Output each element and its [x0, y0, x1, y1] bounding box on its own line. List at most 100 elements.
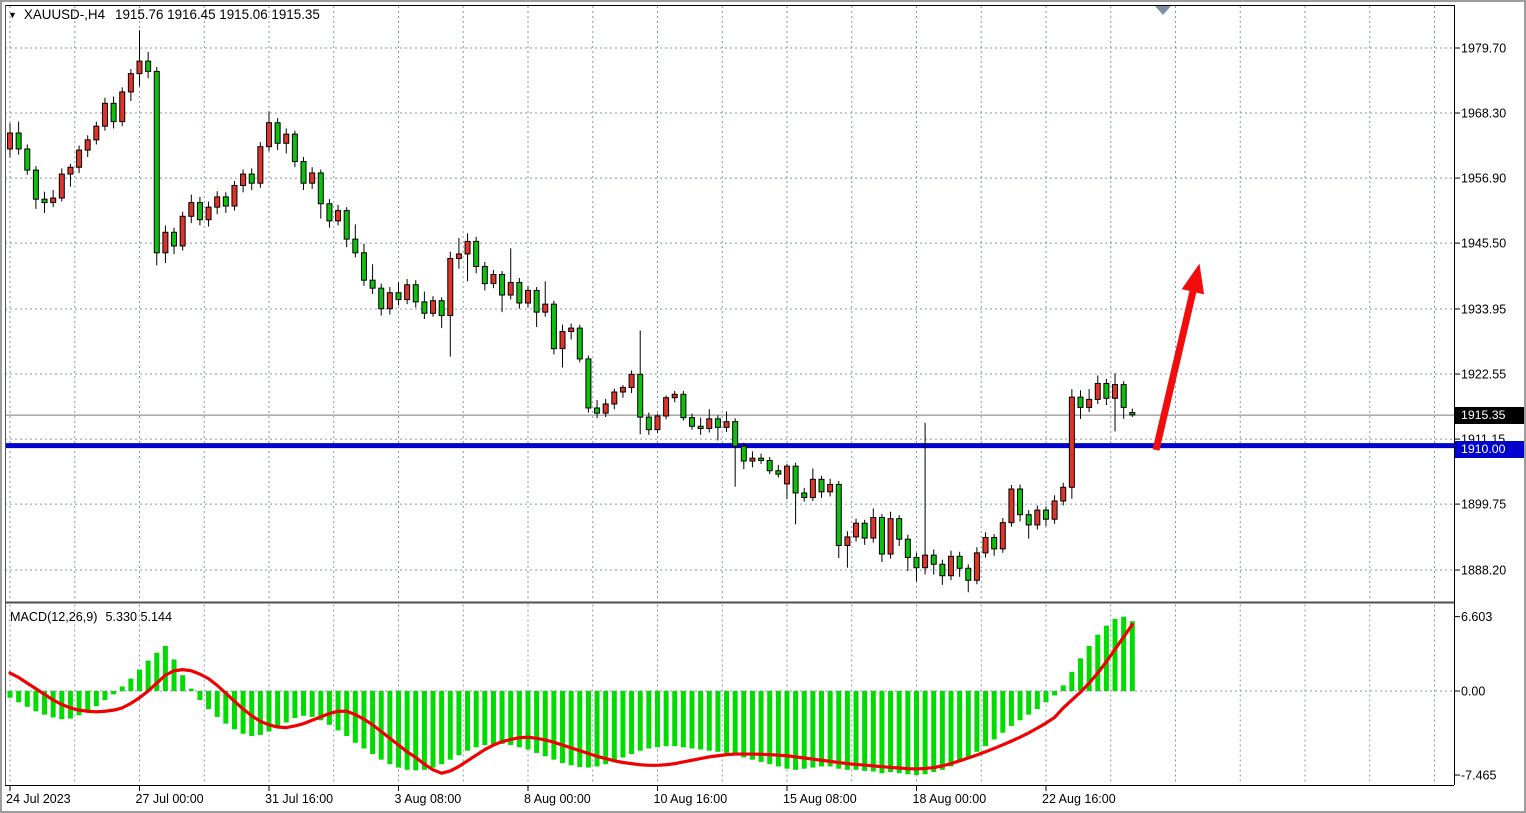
- macd-histogram-bar: [1095, 635, 1100, 691]
- trend-arrow-head[interactable]: [1182, 264, 1204, 295]
- macd-histogram-bar: [1052, 691, 1057, 696]
- time-axis-label: 27 Jul 00:00: [136, 792, 204, 806]
- macd-histogram-bar: [836, 691, 841, 769]
- candle-bear: [646, 417, 651, 430]
- macd-histogram-bar: [914, 691, 919, 775]
- macd-histogram-bar: [707, 691, 712, 751]
- candle-bear: [16, 133, 21, 149]
- candle-bear: [914, 557, 919, 567]
- candle-bull: [854, 523, 859, 537]
- candle-bear: [172, 232, 177, 246]
- symbol-dropdown-icon[interactable]: ▼: [8, 10, 17, 20]
- macd-histogram-bar: [603, 691, 608, 764]
- candle-bear: [396, 293, 401, 300]
- macd-histogram-bar: [646, 691, 651, 748]
- symbol-title: ▼XAUUSD-,H41915.76 1916.45 1915.06 1915.…: [8, 7, 320, 22]
- macd-histogram-bar: [8, 691, 13, 698]
- candle-bear: [733, 422, 738, 447]
- candle-bear: [1078, 397, 1083, 407]
- candle-bull: [664, 398, 669, 416]
- candle-bear: [940, 564, 945, 575]
- macd-histogram-bar: [284, 691, 289, 723]
- time-axis-label: 3 Aug 08:00: [395, 792, 462, 806]
- macd-histogram-bar: [310, 691, 315, 717]
- candle-bear: [776, 471, 781, 474]
- candle-bear: [534, 290, 539, 312]
- candle-bear: [1104, 383, 1109, 398]
- candle-bull: [923, 555, 928, 568]
- macd-histogram-bar: [698, 691, 703, 750]
- macd-histogram-bar: [422, 691, 427, 770]
- macd-histogram-bar: [206, 691, 211, 709]
- candle-bull: [266, 123, 271, 147]
- candle-bull: [51, 198, 56, 203]
- macd-histogram-bar: [733, 691, 738, 755]
- candle-bear: [931, 555, 936, 564]
- candle-bull: [888, 519, 893, 554]
- candle-bull: [102, 103, 107, 126]
- candle-bull: [1009, 489, 1014, 523]
- macd-histogram-bar: [879, 691, 884, 773]
- candle-bear: [146, 61, 151, 71]
- macd-values: 5.330 5.144: [106, 610, 173, 624]
- macd-histogram-bar: [258, 691, 263, 735]
- macd-histogram-bar: [327, 691, 332, 725]
- candle-bear: [301, 162, 306, 184]
- macd-histogram-bar: [387, 691, 392, 764]
- macd-histogram-bar: [638, 691, 643, 751]
- candle-bull: [77, 150, 82, 167]
- macd-histogram-bar: [620, 691, 625, 757]
- macd-histogram-bar: [750, 691, 755, 760]
- macd-histogram-bar: [810, 691, 815, 768]
- macd-histogram-bar: [1078, 658, 1083, 691]
- candle-bull: [560, 332, 565, 349]
- candle-bull: [948, 556, 953, 575]
- candle-bull: [232, 185, 237, 206]
- price-axis-label: 1945.50: [1461, 237, 1506, 251]
- macd-histogram-bar: [923, 691, 928, 774]
- macd-indicator-label: MACD(12,26,9)5.330 5.144: [10, 610, 172, 624]
- macd-histogram-bar: [1069, 672, 1074, 691]
- macd-histogram-bar: [525, 691, 530, 750]
- candle-bull: [241, 174, 246, 185]
- macd-histogram-bar: [940, 691, 945, 770]
- macd-histogram-bar: [172, 659, 177, 691]
- candle-bull: [974, 553, 979, 580]
- support-price-badge: 1910.00: [1455, 441, 1526, 458]
- macd-histogram-bar: [508, 691, 513, 745]
- macd-histogram-bar: [68, 691, 73, 719]
- chart-canvas[interactable]: 1979.701968.301956.901945.501933.951922.…: [2, 2, 1526, 813]
- candle-bull: [784, 466, 789, 484]
- macd-histogram-bar: [16, 691, 21, 702]
- candle-bear: [1130, 413, 1135, 415]
- price-axis-label: 1922.55: [1461, 367, 1506, 381]
- candle-bull: [871, 518, 876, 539]
- macd-histogram-bar: [543, 691, 548, 756]
- candle-bull: [215, 197, 220, 207]
- candle-bull: [284, 134, 289, 143]
- candle-bear: [327, 204, 332, 221]
- candle-bear: [223, 197, 228, 206]
- candle-bull: [845, 537, 850, 546]
- time-axis-label: 15 Aug 08:00: [783, 792, 857, 806]
- macd-histogram-bar: [1026, 691, 1031, 715]
- macd-histogram-bar: [560, 691, 565, 763]
- candle-bear: [482, 266, 487, 283]
- candle-bull: [491, 274, 496, 283]
- candle-bear: [905, 539, 910, 557]
- macd-histogram-bar: [992, 691, 997, 739]
- chart-shift-marker-icon[interactable]: [1155, 6, 1171, 15]
- candle-bear: [802, 493, 807, 498]
- candle-bear: [897, 519, 902, 540]
- macd-histogram-bar: [905, 691, 910, 774]
- candle-bull: [310, 173, 315, 183]
- macd-histogram-bar: [983, 691, 988, 746]
- time-axis-label: 22 Aug 16:00: [1042, 792, 1116, 806]
- macd-histogram-bar: [33, 691, 38, 711]
- macd-histogram-bar: [828, 691, 833, 766]
- candle-bear: [292, 134, 297, 161]
- price-axis-label: 1933.95: [1461, 302, 1506, 316]
- candle-bull: [707, 419, 712, 429]
- macd-histogram-bar: [1113, 619, 1118, 691]
- chart-window: 1979.701968.301956.901945.501933.951922.…: [0, 0, 1526, 813]
